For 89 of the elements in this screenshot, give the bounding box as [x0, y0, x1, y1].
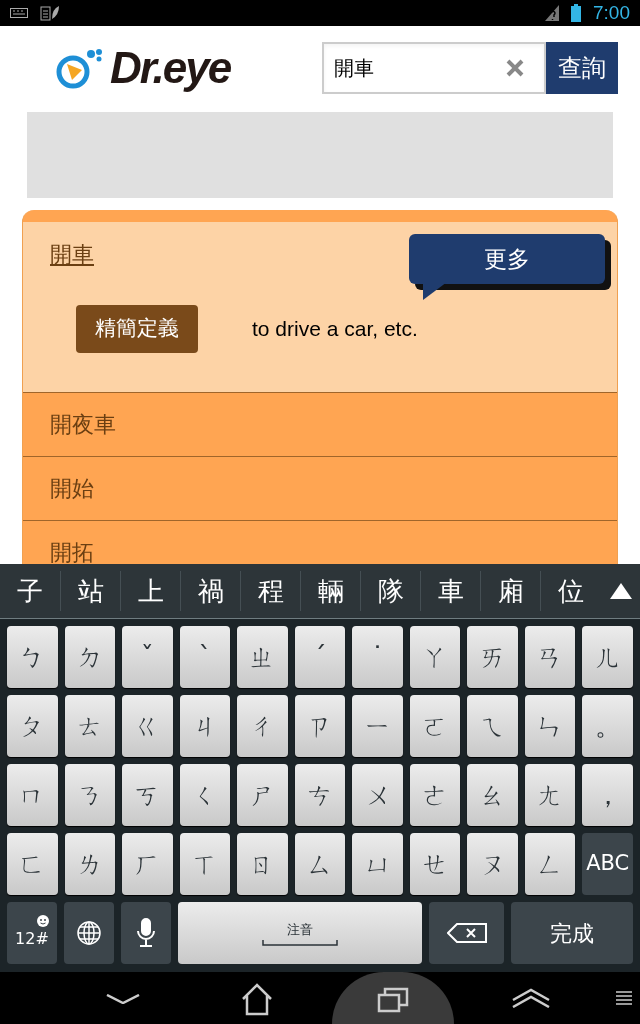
up-icon[interactable] — [511, 988, 551, 1008]
back-icon[interactable] — [106, 994, 140, 1004]
keyboard-key[interactable]: ㄓ — [237, 626, 288, 688]
menu-icon[interactable] — [616, 990, 632, 1006]
keyboard-key[interactable]: ㄠ — [467, 764, 518, 826]
keyboard-key[interactable]: ㄊ — [64, 695, 116, 757]
entry-word[interactable]: 開車 — [50, 242, 94, 267]
keyboard-key[interactable]: ㄏ — [122, 833, 173, 895]
keyboard-key[interactable]: 。 — [582, 695, 633, 757]
keyboard-key[interactable]: ㄑ — [179, 764, 231, 826]
keyboard-key[interactable]: ㄙ — [294, 833, 346, 895]
keyboard-key[interactable]: ㄕ — [237, 764, 288, 826]
keyboard-key[interactable]: ㄖ — [237, 833, 288, 895]
keyboard-key[interactable]: ㄟ — [467, 695, 518, 757]
keyboard-key[interactable]: ㄐ — [179, 695, 231, 757]
home-icon[interactable] — [240, 982, 274, 1016]
signal-icon — [545, 5, 559, 21]
backspace-icon — [446, 923, 487, 943]
keyboard-key[interactable]: ㄔ — [237, 695, 288, 757]
keyboard-key[interactable]: ㄉ — [64, 626, 116, 688]
smiley-icon — [37, 915, 49, 927]
keyboard-key[interactable]: ㄚ — [409, 626, 461, 688]
keyboard-key[interactable]: ㄞ — [467, 626, 518, 688]
keyboard-key[interactable]: ABC — [582, 833, 633, 895]
expand-icon[interactable] — [610, 583, 632, 599]
search-field[interactable]: 開車 — [322, 42, 546, 94]
globe-icon — [76, 920, 102, 946]
symbols-key[interactable]: 12# — [7, 902, 57, 964]
keyboard-key[interactable]: ˙ — [352, 626, 403, 688]
keyboard-key[interactable]: ㄡ — [467, 833, 518, 895]
keyboard-key[interactable]: ˇ — [122, 626, 173, 688]
logo: Dr.eye — [110, 46, 231, 90]
candidate[interactable]: 輛 — [300, 571, 360, 611]
search-button[interactable]: 查詢 — [546, 42, 618, 94]
keyboard-key[interactable]: ㄍ — [122, 695, 173, 757]
space-key[interactable]: 注音 — [178, 902, 422, 964]
entry-word[interactable]: 開拓 — [50, 536, 94, 564]
voice-key[interactable] — [121, 902, 171, 964]
keyboard-key[interactable]: ㄗ — [294, 695, 346, 757]
keyboard-key[interactable]: ㄒ — [179, 833, 231, 895]
backspace-key[interactable] — [429, 902, 504, 964]
entry-word[interactable]: 開夜車 — [50, 408, 116, 441]
candidate[interactable]: 位 — [540, 571, 600, 611]
recents-icon[interactable] — [377, 985, 409, 1013]
clear-icon[interactable] — [506, 59, 524, 77]
keyboard-key[interactable]: ㄘ — [294, 764, 346, 826]
keyboard-key[interactable]: ㄣ — [524, 695, 576, 757]
candidate[interactable]: 禍 — [180, 571, 240, 611]
keyboard-key[interactable]: ㄅ — [7, 626, 58, 688]
keyboard-icon — [10, 8, 28, 18]
definition-badge: 精簡定義 — [76, 305, 198, 353]
battery-icon — [571, 4, 581, 22]
keyboard-key[interactable]: ㄆ — [7, 695, 58, 757]
bubble-tail-icon — [423, 282, 447, 300]
keyboard-key[interactable]: ㄇ — [7, 764, 58, 826]
keyboard-key[interactable]: ㄩ — [352, 833, 403, 895]
microphone-icon — [135, 918, 157, 948]
keyboard-key[interactable]: ㄢ — [524, 626, 576, 688]
keyboard-key[interactable]: ㄛ — [409, 695, 461, 757]
keyboard-key[interactable]: ˊ — [294, 626, 346, 688]
candidate[interactable]: 隊 — [360, 571, 420, 611]
keyboard-key[interactable]: ㄨ — [352, 764, 403, 826]
keyboard-key[interactable]: ㄦ — [582, 626, 633, 688]
candidate[interactable]: 上 — [120, 571, 180, 611]
entry-word[interactable]: 開始 — [50, 472, 94, 505]
language-key[interactable] — [64, 902, 114, 964]
battery-leaf-icon — [40, 5, 60, 21]
candidate[interactable]: 廂 — [480, 571, 540, 611]
result-row[interactable]: 開始 — [23, 457, 617, 521]
done-key[interactable]: 完成 — [511, 902, 633, 964]
definition-text: to drive a car, etc. — [252, 316, 418, 343]
clock: 7:00 — [593, 0, 630, 25]
keyboard-key[interactable]: ㄥ — [524, 833, 576, 895]
keyboard-key[interactable]: ㄝ — [409, 833, 461, 895]
keyboard-key[interactable]: ㄋ — [64, 764, 116, 826]
candidate[interactable]: 站 — [60, 571, 120, 611]
keyboard-key[interactable]: ㄤ — [524, 764, 576, 826]
result-row[interactable]: 開夜車 — [23, 393, 617, 457]
keyboard-key[interactable]: ㄜ — [409, 764, 461, 826]
keyboard-key[interactable]: ㄈ — [7, 833, 58, 895]
candidate[interactable]: 子 — [0, 571, 60, 611]
candidate[interactable]: 車 — [420, 571, 480, 611]
keyboard-key[interactable]: ㄧ — [352, 695, 403, 757]
keyboard-key[interactable]: ， — [582, 764, 633, 826]
keyboard-key[interactable]: ˋ — [179, 626, 231, 688]
keyboard-key[interactable]: ㄌ — [64, 833, 116, 895]
space-bar-icon — [262, 939, 338, 946]
keyboard-key[interactable]: ㄎ — [122, 764, 173, 826]
candidate[interactable]: 程 — [240, 571, 300, 611]
